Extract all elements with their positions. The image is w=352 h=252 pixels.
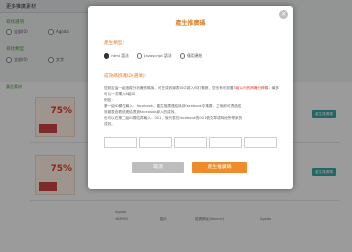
tracking-id-input-5[interactable] [244,137,277,148]
radio-html[interactable]: html 語法 [104,53,129,59]
cancel-button[interactable]: 取消 [132,162,184,173]
radio-javascript[interactable]: Javascript 語法 [136,53,172,59]
tracking-id-input-4[interactable] [209,137,242,148]
radio-icon [179,53,186,59]
type-radio-group: html 語法 Javascript 語法 僅用連結 [104,53,202,59]
close-icon[interactable]: × [279,10,288,19]
create-code-button[interactable]: 產生推廣碼 [192,162,247,173]
dialog-title: 產生推廣碼 [175,20,206,27]
type-section-label: 產生類型： [104,41,127,46]
tracking-id-input-2[interactable] [139,137,172,148]
tracking-id-input-3[interactable] [174,137,207,148]
tracking-id-section-label: 成效碼辨識ID(選填)： [104,74,150,79]
radio-selected-icon [104,53,110,59]
tracking-id-description: 您設定這一組追蹤分析識別碼後，可在成效總表ID中將入你訂素數，您也有可設置5組以… [104,86,280,126]
radio-link-only[interactable]: 僅用連結 [179,53,202,59]
generate-code-dialog: 產生推廣碼 × 產生類型： html 語法 Javascript 語法 僅用連結… [88,6,293,189]
radio-icon [136,53,143,59]
tracking-id-input-1[interactable] [104,137,137,148]
tracking-id-inputs [104,137,277,148]
